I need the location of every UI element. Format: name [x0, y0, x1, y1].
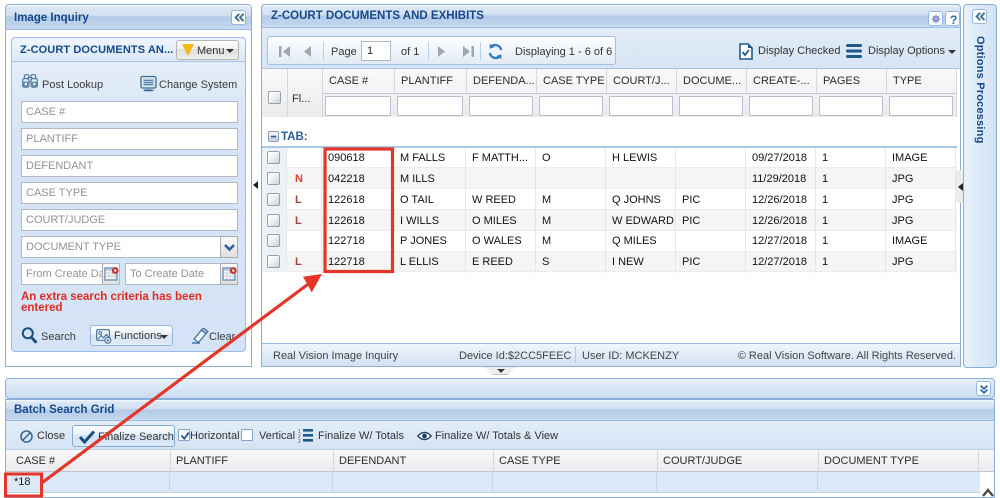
svg-text:3: 3 [298, 439, 301, 443]
